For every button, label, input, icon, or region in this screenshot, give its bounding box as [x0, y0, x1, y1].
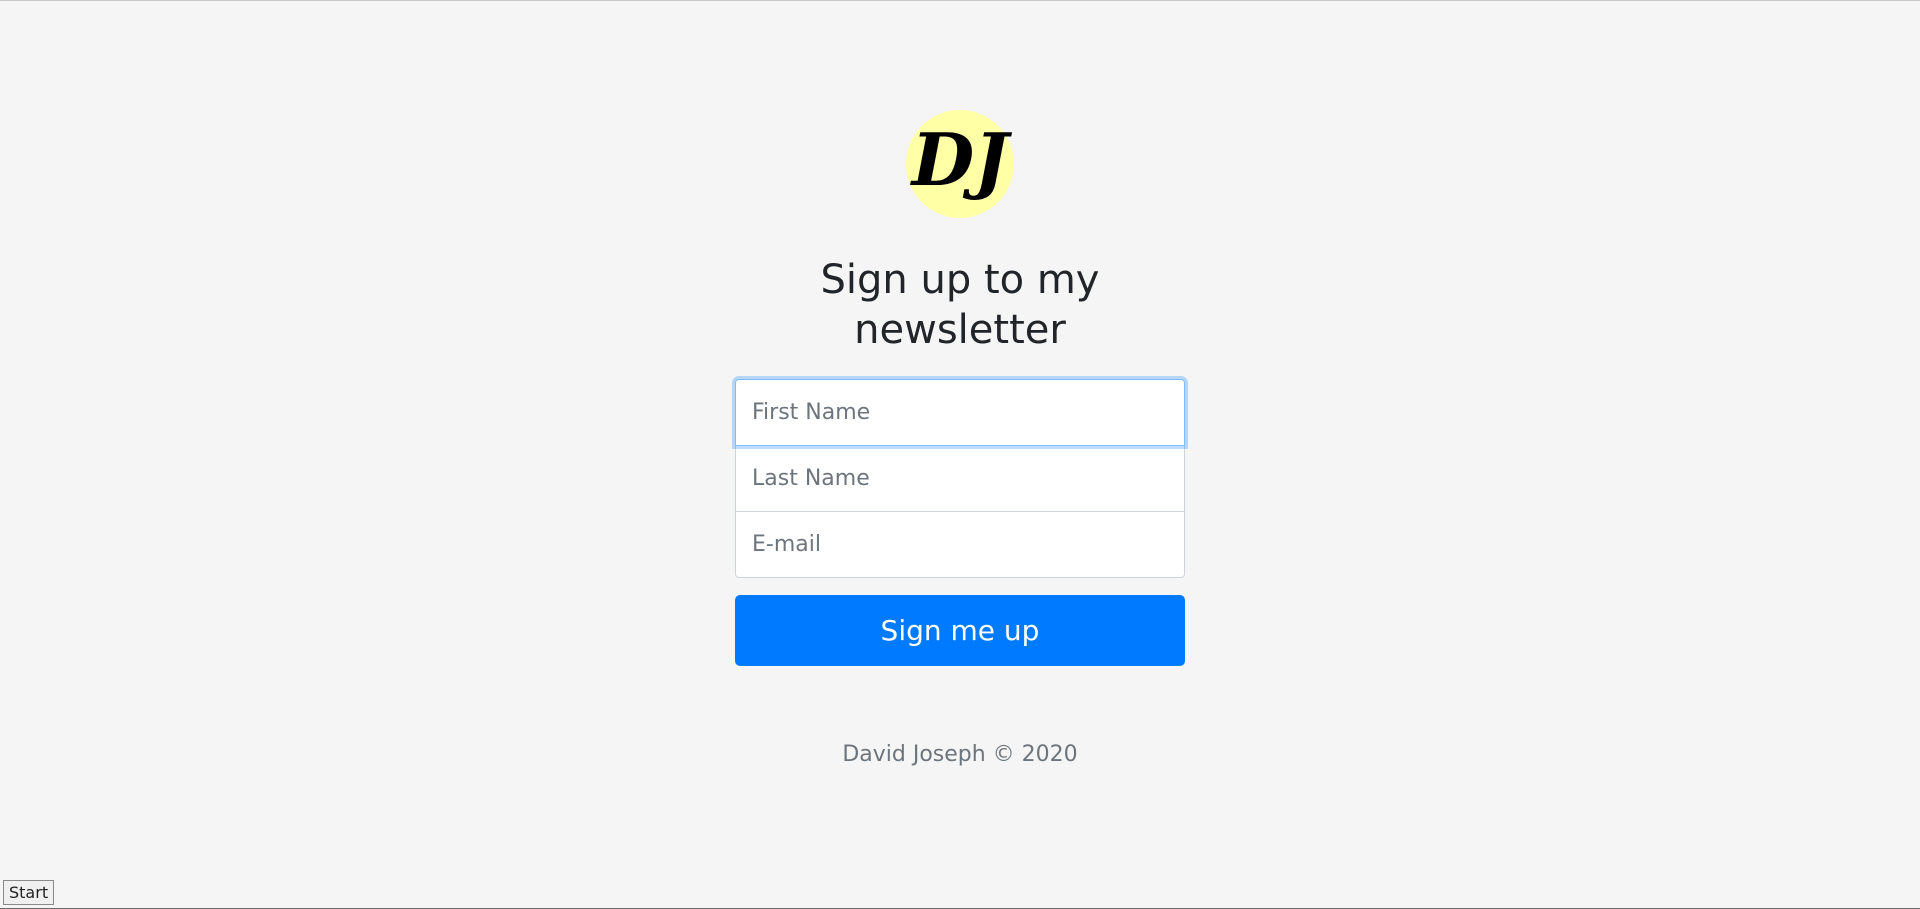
page-title-line-2: newsletter [854, 307, 1066, 353]
page-title-line-1: Sign up to my [820, 257, 1100, 303]
email-input[interactable] [735, 511, 1185, 578]
logo-text: DJ [910, 117, 1012, 202]
window-top-border [0, 0, 1920, 1]
sign-me-up-button[interactable]: Sign me up [735, 595, 1185, 666]
dj-logo: DJ [906, 110, 1014, 218]
footer-copyright: David Joseph © 2020 [842, 742, 1078, 767]
first-name-input[interactable] [735, 379, 1185, 446]
last-name-input[interactable] [735, 445, 1185, 512]
newsletter-form [735, 379, 1185, 578]
page-title: Sign up to my newsletter [760, 255, 1160, 355]
start-button[interactable]: Start [3, 880, 55, 905]
